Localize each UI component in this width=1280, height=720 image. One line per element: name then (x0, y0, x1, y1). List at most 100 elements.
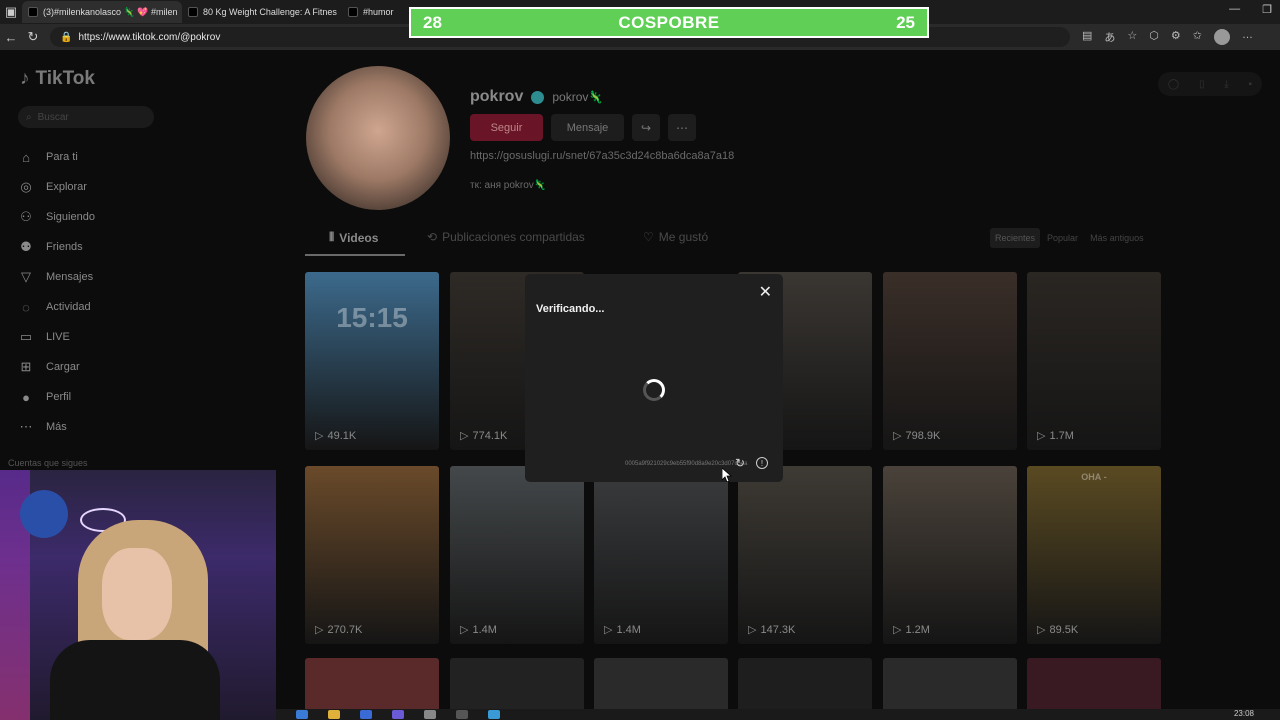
maximize-icon[interactable]: ❐ (1262, 3, 1272, 16)
tiktok-favicon-icon (348, 7, 358, 17)
sidebar-item-siguiendo[interactable]: ⚇ Siguiendo (18, 202, 95, 232)
sidebar-item-mensajes[interactable]: ▽ Mensajes (18, 262, 95, 292)
tab-videos[interactable]: ⦀ Videos (329, 230, 378, 245)
info-icon[interactable]: ! (756, 457, 768, 469)
discord-icon[interactable] (392, 710, 404, 719)
view-count: ▷ 1.4M (460, 623, 497, 637)
follow-button[interactable]: Seguir (470, 114, 543, 141)
video-thumbnail[interactable]: ▷ 1.2M (883, 466, 1017, 644)
view-count: ▷ 49.1K (315, 429, 357, 443)
captcha-modal: Verificando... ✕ 0005a9f921029c9eb55f90d… (525, 274, 783, 482)
browser-tab-3[interactable]: #humor (342, 1, 402, 23)
home-icon: ⌂ (22, 149, 30, 165)
sort-oldest[interactable]: Más antiguos (1085, 228, 1149, 248)
browser-profile-avatar[interactable] (1213, 29, 1230, 45)
sidebar-item-para-ti[interactable]: ⌂ Para ti (18, 142, 95, 172)
play-icon: ▷ (604, 624, 613, 636)
heart-icon: ♡ (643, 230, 654, 244)
sort-options: Recientes Popular Más antiguos (990, 228, 1149, 248)
modal-title: Verificando... (536, 303, 605, 315)
window-menu-icon[interactable]: ▣ (0, 4, 22, 20)
collections-icon[interactable]: ✩ (1193, 29, 1202, 45)
view-count-text: 798.9K (905, 429, 941, 442)
play-icon: ▷ (1037, 624, 1046, 636)
sidebar-item-cargar[interactable]: ⊞ Cargar (18, 352, 95, 382)
store-icon[interactable] (360, 710, 372, 719)
bell-icon: ◌ (22, 299, 30, 315)
top-right-toolbar: ◯ ▯ ⤓ ▪ (1158, 72, 1262, 96)
refresh-icon[interactable]: ↻ (735, 456, 745, 470)
screen: { "browser": { "tabs": [ {"label": "(3)#… (0, 0, 1280, 720)
tiktok-logo[interactable]: ♪ TikTok (20, 68, 95, 90)
video-thumbnail[interactable]: ОНА - ▷ 89.5K (1027, 466, 1161, 644)
taskbar-app-icon[interactable] (296, 710, 308, 719)
tab-reposts[interactable]: ⟲ Publicaciones compartidas (427, 230, 585, 244)
reload-icon[interactable]: ↻ (22, 29, 44, 45)
browser-tab-1[interactable]: (3)#milenkanolasco 🦎 💖 #milen × (22, 1, 182, 23)
browser-toolbar: ▤ あ ☆ ⬡ ⚙ ✩ … (1082, 29, 1253, 45)
view-count-text: 1.4M (472, 623, 497, 636)
sort-recent[interactable]: Recientes (990, 228, 1041, 248)
sidebar-item-label: LIVE (46, 331, 70, 343)
tiktok-note-icon: ♪ (20, 68, 30, 89)
back-icon[interactable]: ← (0, 30, 22, 45)
download-icon[interactable]: ⤓ (1224, 79, 1228, 90)
video-thumbnail[interactable]: ▷ 1.4M (594, 466, 728, 644)
verification-code: 0005a9f921029c9eb55f90d8a9e20c3d07c5ea (625, 461, 748, 467)
grid-icon: ⦀ (329, 230, 335, 244)
sidebar-item-perfil[interactable]: ● Perfil (18, 382, 95, 412)
search-icon: ⌕ (26, 111, 32, 123)
menu-dots-icon[interactable]: … (1242, 29, 1253, 45)
repost-icon: ⟲ (427, 230, 438, 244)
video-thumbnail[interactable]: ▷ 147.3K (738, 466, 872, 644)
close-icon[interactable]: ✕ (759, 282, 772, 302)
folder-icon[interactable] (328, 710, 340, 719)
video-thumbnail[interactable]: 15:15 ▷ 49.1K (305, 272, 439, 450)
search-placeholder: Buscar (37, 111, 69, 123)
device-icon[interactable]: ▯ (1199, 79, 1205, 90)
tab-label: Publicaciones compartidas (442, 230, 585, 244)
browser-tab-2[interactable]: 80 Kg Weight Challenge: A Fitnes × (182, 1, 342, 23)
more-options-icon[interactable]: ⋯ (668, 114, 696, 141)
translate-icon[interactable]: あ (1104, 29, 1115, 45)
tab-liked[interactable]: ♡ Me gustó (643, 230, 708, 244)
video-thumbnail[interactable]: ▷ 798.9K (883, 272, 1017, 450)
account-icon[interactable]: ▪ (1249, 79, 1253, 90)
play-icon: ▷ (315, 430, 324, 442)
view-count-text: 1.2M (905, 623, 930, 636)
view-count-text: 1.4M (616, 623, 641, 636)
sidebar-item-explorar[interactable]: ◎ Explorar (18, 172, 95, 202)
banner-title: COSPOBRE (618, 12, 720, 32)
view-count-text: 89.5K (1049, 623, 1079, 636)
edge-icon[interactable] (488, 710, 500, 719)
sidebar-item-mas[interactable]: ⋯ Más (18, 412, 95, 442)
message-button[interactable]: Mensaje (551, 114, 624, 141)
video-thumbnail[interactable]: ▷ 1.7M (1027, 272, 1161, 450)
taskbar-app-icon[interactable] (424, 710, 436, 719)
windows-taskbar: 23:08 (276, 709, 1280, 720)
play-icon: ▷ (1037, 430, 1046, 442)
sort-popular[interactable]: Popular (1042, 228, 1083, 248)
search-input[interactable]: ⌕ Buscar (18, 106, 154, 128)
taskbar-app-icon[interactable] (456, 710, 468, 719)
profile-link[interactable]: https://gosuslugi.ru/snet/67a35c3d24c8ba… (470, 150, 734, 162)
coins-icon[interactable]: ◯ (1168, 79, 1179, 90)
favorite-star-icon[interactable]: ☆ (1127, 29, 1137, 45)
reader-icon[interactable]: ▤ (1082, 29, 1092, 45)
minimize-icon[interactable]: — (1229, 3, 1240, 16)
sidebar-item-live[interactable]: ▭ LIVE (18, 322, 95, 352)
tiktok-favicon-icon (188, 7, 198, 17)
view-count-text: 270.7K (327, 623, 363, 636)
sidebar-item-actividad[interactable]: ◌ Actividad (18, 292, 95, 322)
view-count-text: 49.1K (327, 429, 357, 442)
video-thumbnail[interactable]: ▷ 270.7K (305, 466, 439, 644)
video-thumbnail[interactable]: ▷ 1.4M (450, 466, 584, 644)
tab-title: 80 Kg Weight Challenge: A Fitnes (203, 7, 337, 17)
extensions-icon[interactable]: ⬡ (1149, 29, 1159, 45)
settings-icon[interactable]: ⚙ (1171, 29, 1181, 45)
sidebar-item-label: Mensajes (46, 271, 94, 283)
sidebar-item-label: Actividad (46, 301, 91, 313)
sidebar-item-friends[interactable]: ⚉ Friends (18, 232, 95, 262)
share-icon[interactable]: ↪ (632, 114, 660, 141)
play-icon: ▷ (893, 624, 902, 636)
